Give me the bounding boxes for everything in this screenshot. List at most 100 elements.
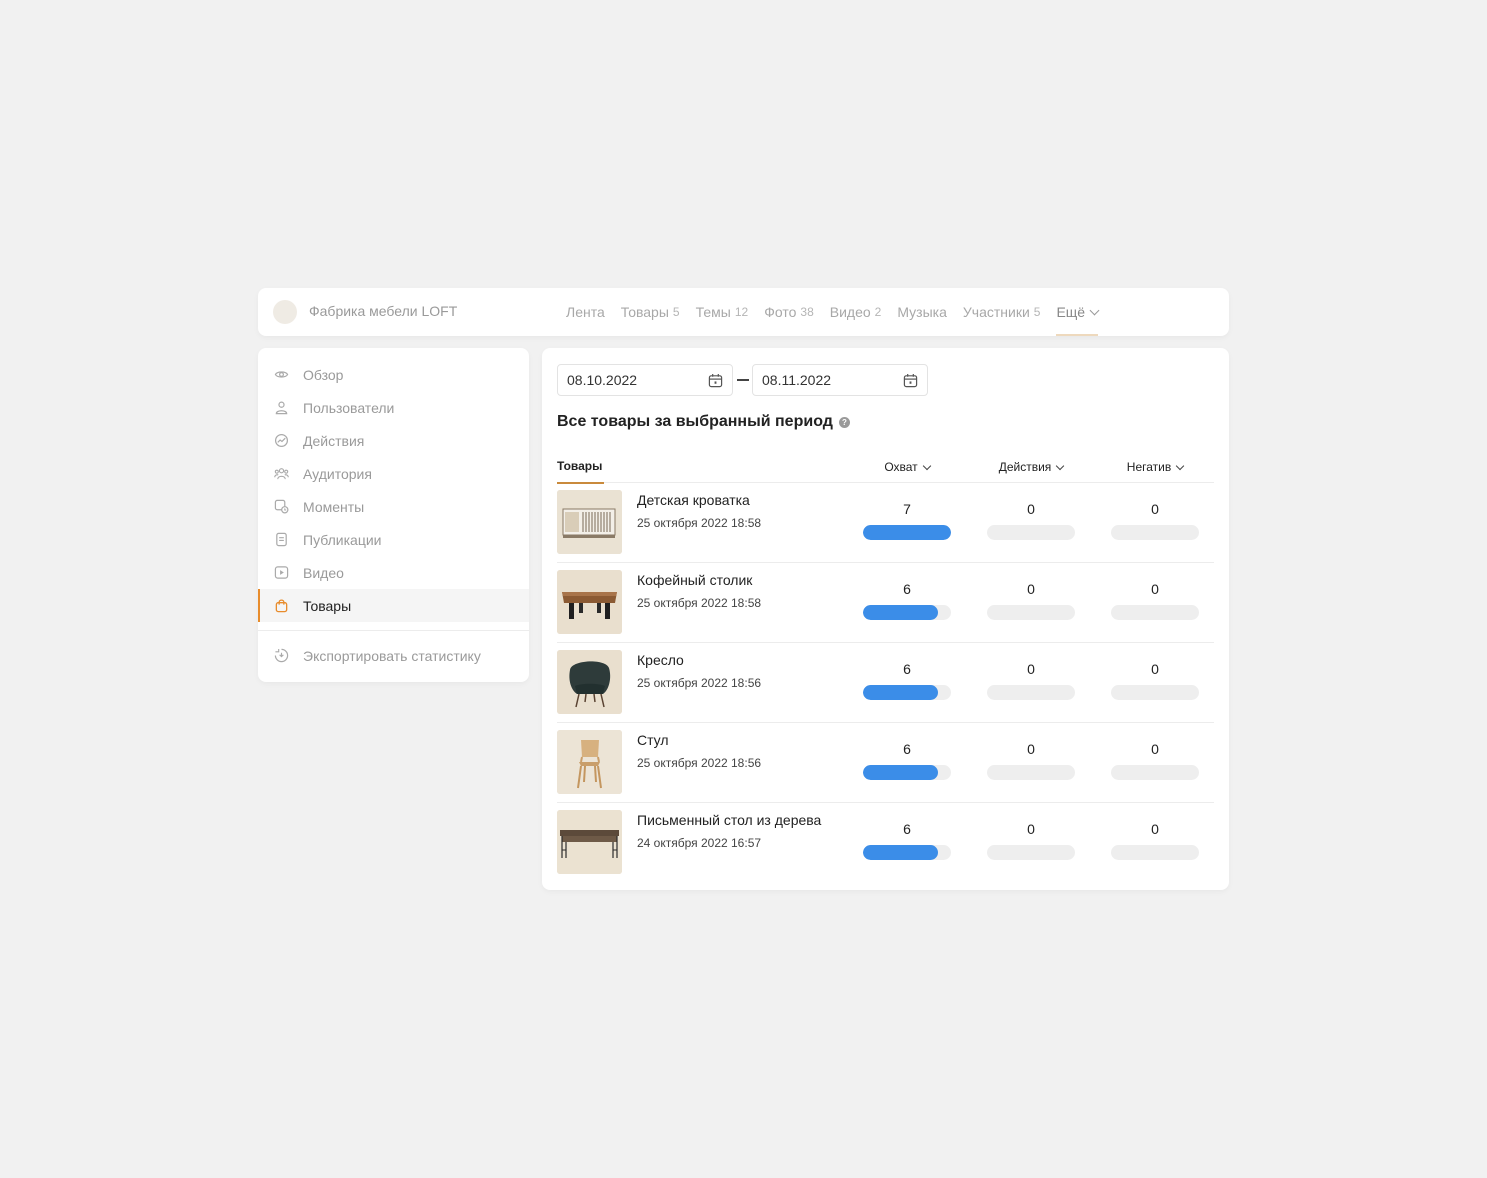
- moments-icon: [274, 499, 289, 514]
- actions-value: 0: [1027, 661, 1035, 677]
- product-name[interactable]: Кресло: [637, 652, 684, 668]
- help-icon[interactable]: ?: [838, 416, 850, 428]
- date-from-field[interactable]: 08.10.2022: [557, 364, 733, 396]
- sidebar-item-label: Обзор: [303, 366, 344, 383]
- video-icon: [274, 565, 289, 580]
- document-icon: [274, 532, 289, 547]
- tab-photos[interactable]: Фото 38: [764, 288, 814, 336]
- sidebar-item-label: Товары: [303, 597, 352, 614]
- actions-metric: 0: [987, 581, 1075, 620]
- audience-icon: [274, 466, 289, 481]
- reach-bar: [863, 605, 951, 620]
- eye-icon: [274, 367, 289, 382]
- export-label: Экспортировать статистику: [303, 647, 481, 664]
- reach-value: 6: [903, 821, 911, 837]
- tab-music[interactable]: Музыка: [897, 288, 947, 336]
- product-name[interactable]: Детская кроватка: [637, 492, 750, 508]
- product-date: 25 октября 2022 18:58: [637, 596, 762, 610]
- actions-bar: [987, 525, 1075, 540]
- reach-bar-fill: [863, 525, 951, 540]
- tab-feed[interactable]: Лента: [566, 288, 605, 336]
- calendar-icon[interactable]: [903, 373, 918, 391]
- negative-metric: 0: [1111, 821, 1199, 860]
- table-row[interactable]: Кофейный столик 25 октября 2022 18:58 6 …: [557, 563, 1214, 643]
- actions-bar: [987, 765, 1075, 780]
- negative-bar: [1111, 605, 1199, 620]
- actions-value: 0: [1027, 501, 1035, 517]
- reach-bar: [863, 525, 951, 540]
- table-row[interactable]: Письменный стол из дерева 24 октября 202…: [557, 803, 1214, 883]
- actions-value: 0: [1027, 821, 1035, 837]
- chevron-down-icon: [922, 461, 931, 470]
- sidebar-item-publications[interactable]: Публикации: [258, 523, 529, 556]
- table-row[interactable]: Детская кроватка 25 октября 2022 18:58 7…: [557, 483, 1214, 563]
- section-tabs: Лента Товары 5 Темы 12 Фото 38 Видео 2 Музык…: [566, 288, 1100, 336]
- actions-bar: [987, 605, 1075, 620]
- product-name[interactable]: Стул: [637, 732, 669, 748]
- reach-value: 7: [903, 501, 911, 517]
- negative-metric: 0: [1111, 741, 1199, 780]
- reach-value: 6: [903, 661, 911, 677]
- product-date: 25 октября 2022 18:56: [637, 756, 762, 770]
- reach-bar: [863, 765, 951, 780]
- sidebar-item-video[interactable]: Видео: [258, 556, 529, 589]
- chevron-down-icon: [1175, 461, 1185, 470]
- tab-products[interactable]: Товары 5: [621, 288, 680, 336]
- reach-metric: 6: [863, 661, 951, 700]
- export-stats-button[interactable]: Экспортировать статистику: [258, 639, 529, 672]
- tab-more[interactable]: Ещё: [1056, 288, 1100, 336]
- sidebar-item-users[interactable]: Пользователи: [258, 391, 529, 424]
- crib-image[interactable]: [557, 490, 622, 554]
- sidebar-item-label: Публикации: [303, 531, 382, 548]
- user-icon: [274, 400, 289, 415]
- column-reach-sort[interactable]: Охват: [863, 460, 951, 474]
- column-products[interactable]: Товары: [557, 459, 605, 484]
- table-row[interactable]: Кресло 25 октября 2022 18:56 6 0 0: [557, 643, 1214, 723]
- page-title: Все товары за выбранный период ?: [557, 413, 850, 431]
- coffee-table-image[interactable]: [557, 570, 622, 634]
- negative-bar: [1111, 845, 1199, 860]
- sidebar-item-audience[interactable]: Аудитория: [258, 457, 529, 490]
- reach-metric: 6: [863, 581, 951, 620]
- activity-icon: [274, 433, 289, 448]
- sidebar-item-label: Видео: [303, 564, 344, 581]
- sidebar-item-overview[interactable]: Обзор: [258, 358, 529, 391]
- reach-bar: [863, 845, 951, 860]
- shopping-bag-icon: [274, 598, 289, 613]
- date-to-value: 08.11.2022: [762, 372, 832, 388]
- tab-count: 5: [1033, 305, 1041, 319]
- tab-topics[interactable]: Темы 12: [696, 288, 749, 336]
- column-actions-sort[interactable]: Действия: [987, 460, 1075, 474]
- product-date: 25 октября 2022 18:58: [637, 516, 762, 530]
- product-date: 24 октября 2022 16:57: [637, 836, 762, 850]
- sidebar-item-moments[interactable]: Моменты: [258, 490, 529, 523]
- table-row[interactable]: Стул 25 октября 2022 18:56 6 0 0: [557, 723, 1214, 803]
- product-name[interactable]: Письменный стол из дерева: [637, 812, 821, 828]
- column-negative-sort[interactable]: Негатив: [1111, 460, 1199, 474]
- group-avatar[interactable]: [273, 300, 297, 324]
- negative-value: 0: [1151, 821, 1159, 837]
- tab-videos[interactable]: Видео 2: [830, 288, 882, 336]
- actions-metric: 0: [987, 821, 1075, 860]
- date-range-dash: [737, 379, 749, 381]
- negative-value: 0: [1151, 501, 1159, 517]
- calendar-icon[interactable]: [708, 373, 723, 391]
- export-icon: [274, 648, 289, 663]
- sidebar-item-products[interactable]: Товары: [258, 589, 529, 622]
- negative-value: 0: [1151, 581, 1159, 597]
- actions-bar: [987, 685, 1075, 700]
- actions-metric: 0: [987, 741, 1075, 780]
- reach-bar-fill: [863, 685, 939, 700]
- product-name[interactable]: Кофейный столик: [637, 572, 752, 588]
- armchair-image[interactable]: [557, 650, 622, 714]
- group-name[interactable]: Фабрика мебели LOFT: [309, 303, 457, 319]
- chair-image[interactable]: [557, 730, 622, 794]
- desk-image[interactable]: [557, 810, 622, 874]
- actions-value: 0: [1027, 741, 1035, 757]
- sidebar-item-actions[interactable]: Действия: [258, 424, 529, 457]
- stats-sidebar: Обзор Пользователи Действия Аудитория Мо…: [258, 348, 529, 682]
- actions-bar: [987, 845, 1075, 860]
- sidebar-item-label: Действия: [303, 432, 365, 449]
- tab-members[interactable]: Участники 5: [963, 288, 1041, 336]
- date-to-field[interactable]: 08.11.2022: [752, 364, 928, 396]
